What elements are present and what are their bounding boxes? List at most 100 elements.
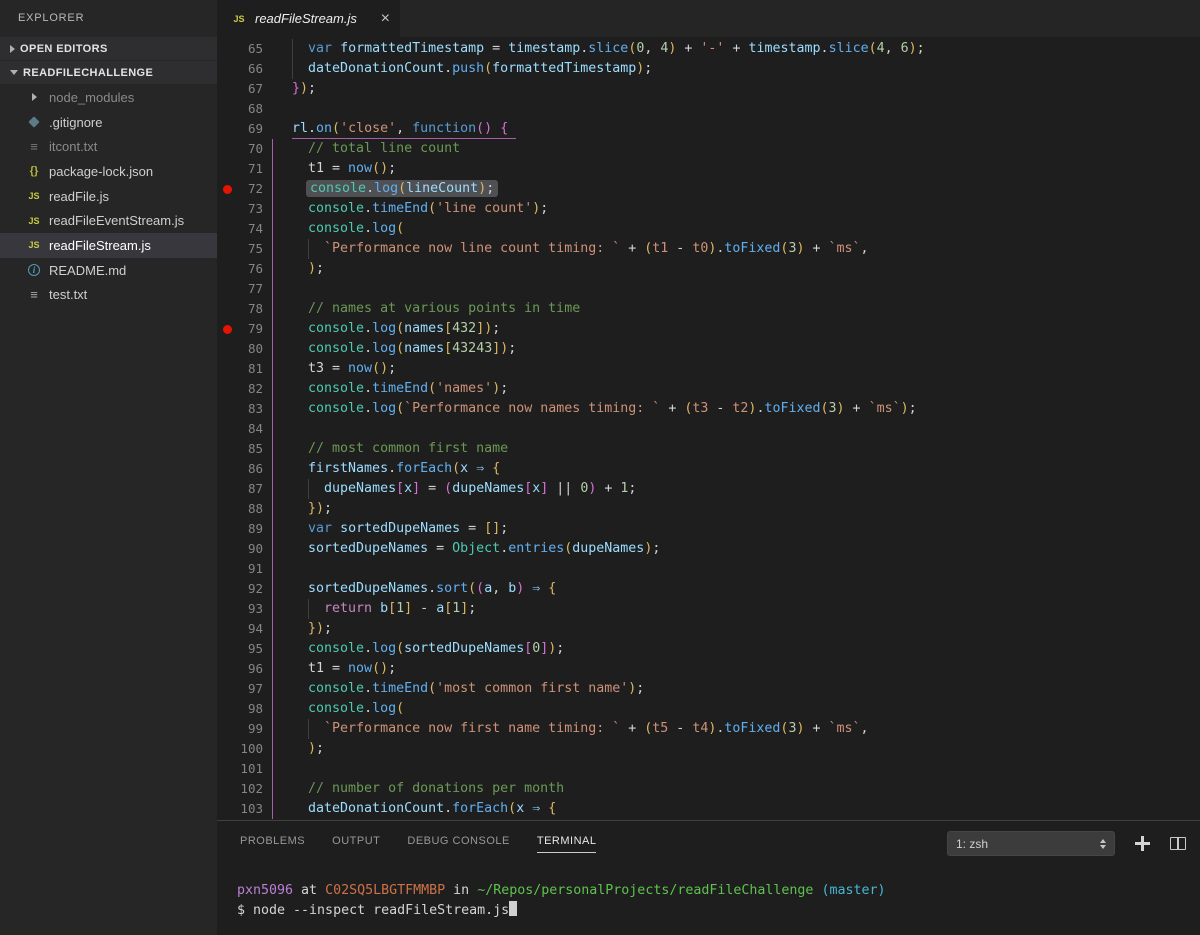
breakpoint-gutter[interactable] [217,99,237,119]
tab-readfilestream[interactable]: JS readFileStream.js × [217,0,400,37]
breakpoint-gutter[interactable] [217,39,237,59]
file-item-README.md[interactable]: iREADME.md [0,258,217,283]
code-line-102[interactable]: 102 // number of donations per month [217,779,1200,799]
breakpoint-gutter[interactable] [217,799,237,819]
code-text[interactable]: console.log( [292,699,1200,719]
code-line-73[interactable]: 73 console.timeEnd('line count'); [217,199,1200,219]
code-text[interactable]: ); [292,739,1200,759]
breakpoint-gutter[interactable] [217,399,237,419]
code-text[interactable] [292,419,1200,439]
code-line-94[interactable]: 94 }); [217,619,1200,639]
file-item-node_modules[interactable]: node_modules [0,85,217,110]
code-line-85[interactable]: 85 // most common first name [217,439,1200,459]
breakpoint-gutter[interactable] [217,579,237,599]
file-item-package-lock.json[interactable]: {}package-lock.json [0,159,217,184]
breakpoint-gutter[interactable] [217,159,237,179]
breakpoint-gutter[interactable] [217,759,237,779]
code-text[interactable]: `Performance now line count timing: ` + … [292,239,1200,259]
breakpoint-gutter[interactable] [217,79,237,99]
code-line-88[interactable]: 88 }); [217,499,1200,519]
code-text[interactable]: console.timeEnd('names'); [292,379,1200,399]
code-line-69[interactable]: 69rl.on('close', function() { [217,119,1200,139]
code-line-79[interactable]: 79 console.log(names[432]); [217,319,1200,339]
breakpoint-gutter[interactable] [217,499,237,519]
breakpoint-gutter[interactable] [217,299,237,319]
code-text[interactable]: console.log(lineCount); [292,179,1200,199]
code-line-70[interactable]: 70 // total line count [217,139,1200,159]
file-item-readFileStream.js[interactable]: JSreadFileStream.js [0,233,217,258]
code-text[interactable]: dateDonationCount.push(formattedTimestam… [292,59,1200,79]
code-text[interactable]: var formattedTimestamp = timestamp.slice… [292,39,1200,59]
code-line-66[interactable]: 66 dateDonationCount.push(formattedTimes… [217,59,1200,79]
code-line-81[interactable]: 81 t3 = now(); [217,359,1200,379]
breakpoint-gutter[interactable] [217,239,237,259]
code-text[interactable]: // number of donations per month [292,779,1200,799]
breakpoint-gutter[interactable] [217,519,237,539]
code-line-89[interactable]: 89 var sortedDupeNames = []; [217,519,1200,539]
breakpoint-gutter[interactable] [217,339,237,359]
breakpoint-gutter[interactable] [217,719,237,739]
code-line-67[interactable]: 67}); [217,79,1200,99]
code-line-76[interactable]: 76 ); [217,259,1200,279]
code-text[interactable]: }); [292,619,1200,639]
breakpoint-gutter[interactable] [217,679,237,699]
file-item-readFile.js[interactable]: JSreadFile.js [0,184,217,209]
code-text[interactable]: t1 = now(); [292,159,1200,179]
breakpoint-gutter[interactable] [217,259,237,279]
code-text[interactable]: firstNames.forEach(x ⇒ { [292,459,1200,479]
breakpoint-gutter[interactable] [217,739,237,759]
panel-tab-debug-console[interactable]: DEBUG CONSOLE [407,835,509,853]
code-editor[interactable]: 65 var formattedTimestamp = timestamp.sl… [217,37,1200,820]
code-text[interactable]: var sortedDupeNames = []; [292,519,1200,539]
open-editors-section[interactable]: OPEN EDITORS [0,37,217,60]
code-line-75[interactable]: 75 `Performance now line count timing: `… [217,239,1200,259]
code-line-101[interactable]: 101 [217,759,1200,779]
breakpoint-gutter[interactable] [217,539,237,559]
code-line-65[interactable]: 65 var formattedTimestamp = timestamp.sl… [217,39,1200,59]
code-text[interactable]: // most common first name [292,439,1200,459]
code-line-91[interactable]: 91 [217,559,1200,579]
breakpoint-gutter[interactable] [217,459,237,479]
breakpoint-icon[interactable] [223,185,232,194]
terminal-select[interactable]: 1: zsh [947,831,1115,856]
code-line-99[interactable]: 99 `Performance now first name timing: `… [217,719,1200,739]
lightbulb-icon[interactable] [292,162,303,176]
code-text[interactable]: t1 = now(); [292,659,1200,679]
code-text[interactable]: console.log(sortedDupeNames[0]); [292,639,1200,659]
code-text[interactable]: }); [292,499,1200,519]
code-line-95[interactable]: 95 console.log(sortedDupeNames[0]); [217,639,1200,659]
code-text[interactable]: `Performance now first name timing: ` + … [292,719,1200,739]
breakpoint-gutter[interactable] [217,639,237,659]
code-line-80[interactable]: 80 console.log(names[43243]); [217,339,1200,359]
code-text[interactable]: dupeNames[x] = (dupeNames[x] || 0) + 1; [292,479,1200,499]
breakpoint-gutter[interactable] [217,59,237,79]
code-text[interactable]: dateDonationCount.forEach(x ⇒ { [292,799,1200,819]
file-item-.gitignore[interactable]: .gitignore [0,110,217,135]
code-text[interactable]: return b[1] - a[1]; [292,599,1200,619]
code-text[interactable]: t3 = now(); [292,359,1200,379]
breakpoint-gutter[interactable] [217,119,237,139]
new-terminal-icon[interactable] [1135,836,1150,851]
panel-tab-output[interactable]: OUTPUT [332,835,380,853]
code-line-82[interactable]: 82 console.timeEnd('names'); [217,379,1200,399]
code-line-72[interactable]: 72 console.log(lineCount); [217,179,1200,199]
breakpoint-gutter[interactable] [217,139,237,159]
breakpoint-gutter[interactable] [217,619,237,639]
code-line-96[interactable]: 96 t1 = now(); [217,659,1200,679]
breakpoint-gutter[interactable] [217,599,237,619]
breakpoint-gutter[interactable] [217,479,237,499]
breakpoint-gutter[interactable] [217,419,237,439]
breakpoint-gutter[interactable] [217,199,237,219]
code-text[interactable] [292,759,1200,779]
code-text[interactable]: console.log(names[43243]); [292,339,1200,359]
code-line-92[interactable]: 92 sortedDupeNames.sort((a, b) ⇒ { [217,579,1200,599]
code-text[interactable]: // total line count [292,139,1200,159]
split-terminal-icon[interactable] [1170,837,1186,850]
breakpoint-gutter[interactable] [217,359,237,379]
code-text[interactable]: sortedDupeNames.sort((a, b) ⇒ { [292,579,1200,599]
code-line-83[interactable]: 83 console.log(`Performance now names ti… [217,399,1200,419]
code-line-90[interactable]: 90 sortedDupeNames = Object.entries(dupe… [217,539,1200,559]
code-text[interactable] [292,279,1200,299]
breakpoint-gutter[interactable] [217,559,237,579]
breakpoint-gutter[interactable] [217,279,237,299]
